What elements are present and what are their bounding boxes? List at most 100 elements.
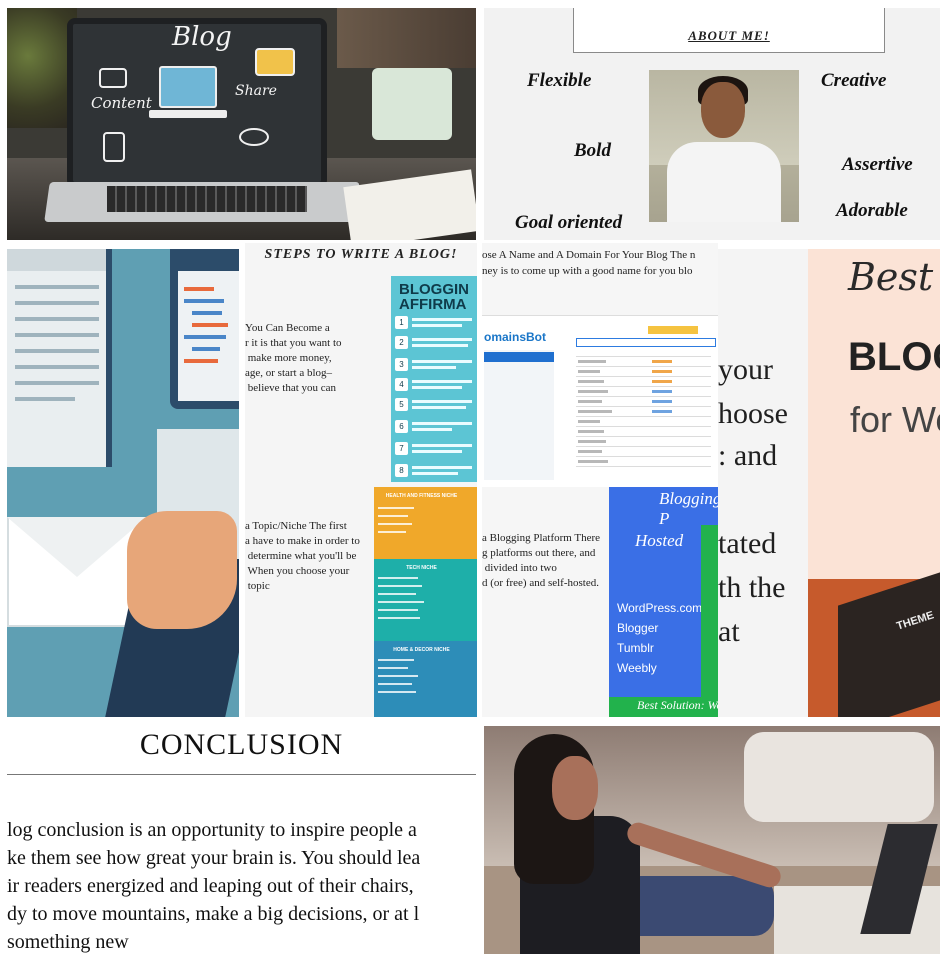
girl-face — [552, 756, 598, 820]
affirmation-line — [412, 360, 472, 363]
photo-shirt — [667, 142, 781, 222]
niche-infographic: HEALTH AND FITNESS NICHE TECH NICHE HOME… — [374, 487, 477, 717]
affirmation-number: 4 — [395, 378, 408, 391]
affirmation-number: 2 — [395, 336, 408, 349]
code-line — [192, 311, 222, 315]
code-line — [184, 335, 226, 339]
niche-bar — [378, 585, 422, 587]
platform-green-column — [701, 525, 718, 697]
result-cell — [652, 410, 672, 413]
niche-band-teal: TECH NICHE — [374, 559, 477, 641]
result-cell — [652, 390, 672, 393]
platform-item: Blogger — [617, 621, 659, 635]
affirmation-line — [412, 318, 472, 321]
affirmation-line — [412, 406, 466, 409]
platform-item: Tumblr — [617, 641, 654, 655]
trait-adorable: Adorable — [836, 200, 908, 221]
niche-label: HEALTH AND FITNESS NICHE — [385, 493, 458, 499]
result-cell — [578, 380, 604, 383]
affirmation-line — [412, 400, 472, 403]
camera-icon — [255, 48, 295, 76]
phone-icon — [103, 132, 125, 162]
best-free-heading: Best Fr — [848, 255, 940, 299]
hand-illustration — [127, 511, 237, 629]
platform-step-text: a Blogging Platform There g platforms ou… — [482, 532, 601, 589]
code-line — [184, 287, 214, 291]
document-line — [15, 365, 99, 369]
niche-band-blue: HOME & DECOR NICHE — [374, 641, 477, 717]
affirmation-line — [412, 428, 452, 431]
platform-item: Weebly — [617, 661, 657, 675]
result-row — [576, 446, 711, 447]
platform-footer: Best Solution: WordP — [609, 697, 718, 717]
logo-text: omainsBot — [484, 330, 547, 344]
code-line — [184, 299, 224, 303]
affirmation-line — [412, 422, 472, 425]
chalk-blog-title: Blog — [172, 22, 232, 52]
step1-text: You Can Become a r it is that you want t… — [245, 322, 342, 394]
niche-label: HOME & DECOR NICHE — [393, 647, 450, 653]
niche-bar — [378, 523, 412, 525]
code-line — [184, 359, 218, 363]
result-cell — [652, 370, 672, 373]
laptop-keyboard — [107, 186, 307, 212]
result-row — [576, 386, 711, 387]
result-cell — [652, 360, 672, 363]
conclusion-title: CONCLUSION — [139, 728, 344, 761]
result-row — [576, 416, 711, 417]
chalk-share-label: Share — [235, 83, 277, 99]
envelope-flap — [7, 517, 147, 577]
result-cell — [578, 430, 604, 433]
niche-label: TECH NICHE — [406, 565, 437, 571]
email-illustration — [7, 249, 239, 717]
niche-bar — [378, 515, 408, 517]
headphones-icon — [239, 128, 269, 146]
result-cell — [578, 390, 608, 393]
cup-shape — [372, 68, 452, 140]
affirmation-number: 5 — [395, 398, 408, 411]
result-row — [576, 376, 711, 377]
affirmation-number: 7 — [395, 442, 408, 455]
result-cell — [652, 400, 672, 403]
niche-bar — [378, 593, 416, 595]
fragment-line: at — [718, 615, 740, 648]
affirmation-line — [412, 338, 472, 341]
domain-step-text: ose A Name and A Domain For Your Blog Th… — [482, 249, 696, 277]
affirmation-line — [412, 386, 462, 389]
document-line — [15, 285, 99, 289]
domainsbot-screenshot: omainsBot — [482, 315, 718, 487]
platform-item: WordPress.com — [617, 601, 703, 615]
suggestion-button — [648, 326, 698, 334]
niche-bar — [378, 683, 412, 685]
about-me-panel: ABOUT ME! Flexible Creative Bold Asserti… — [484, 8, 940, 240]
niche-bar — [378, 609, 418, 611]
document-line — [15, 301, 99, 305]
niche-bar — [378, 675, 418, 677]
code-line — [192, 347, 220, 351]
affirmation-number: 1 — [395, 316, 408, 329]
result-row — [576, 356, 711, 357]
result-cell — [652, 380, 672, 383]
result-row — [576, 366, 711, 367]
books-shape — [337, 8, 476, 68]
document-line — [15, 381, 99, 385]
affirmation-item: 3 — [395, 358, 477, 374]
cushion — [744, 732, 934, 822]
result-cell — [578, 370, 600, 373]
result-cell — [578, 360, 606, 363]
monitor-illustration — [170, 249, 239, 409]
chalk-content-label: Content — [91, 94, 152, 112]
steps-panel: STEPS TO WRITE A BLOG! You Can Become a … — [245, 243, 477, 717]
document-line — [15, 349, 99, 353]
fragment-line: tated — [718, 527, 777, 560]
affirmation-line — [412, 324, 462, 327]
best-free-blog-panel: Best Fr BLOG for Wor THEME — [808, 249, 940, 717]
about-title: ABOUT ME! — [688, 28, 770, 43]
result-row — [576, 466, 711, 467]
result-row — [576, 406, 711, 407]
hosted-label: Hosted — [635, 531, 684, 550]
niche-bar — [378, 577, 418, 579]
steps-title: STEPS TO WRITE A BLOG! — [264, 247, 458, 262]
affirmation-line — [412, 466, 472, 469]
document-header — [7, 249, 106, 271]
